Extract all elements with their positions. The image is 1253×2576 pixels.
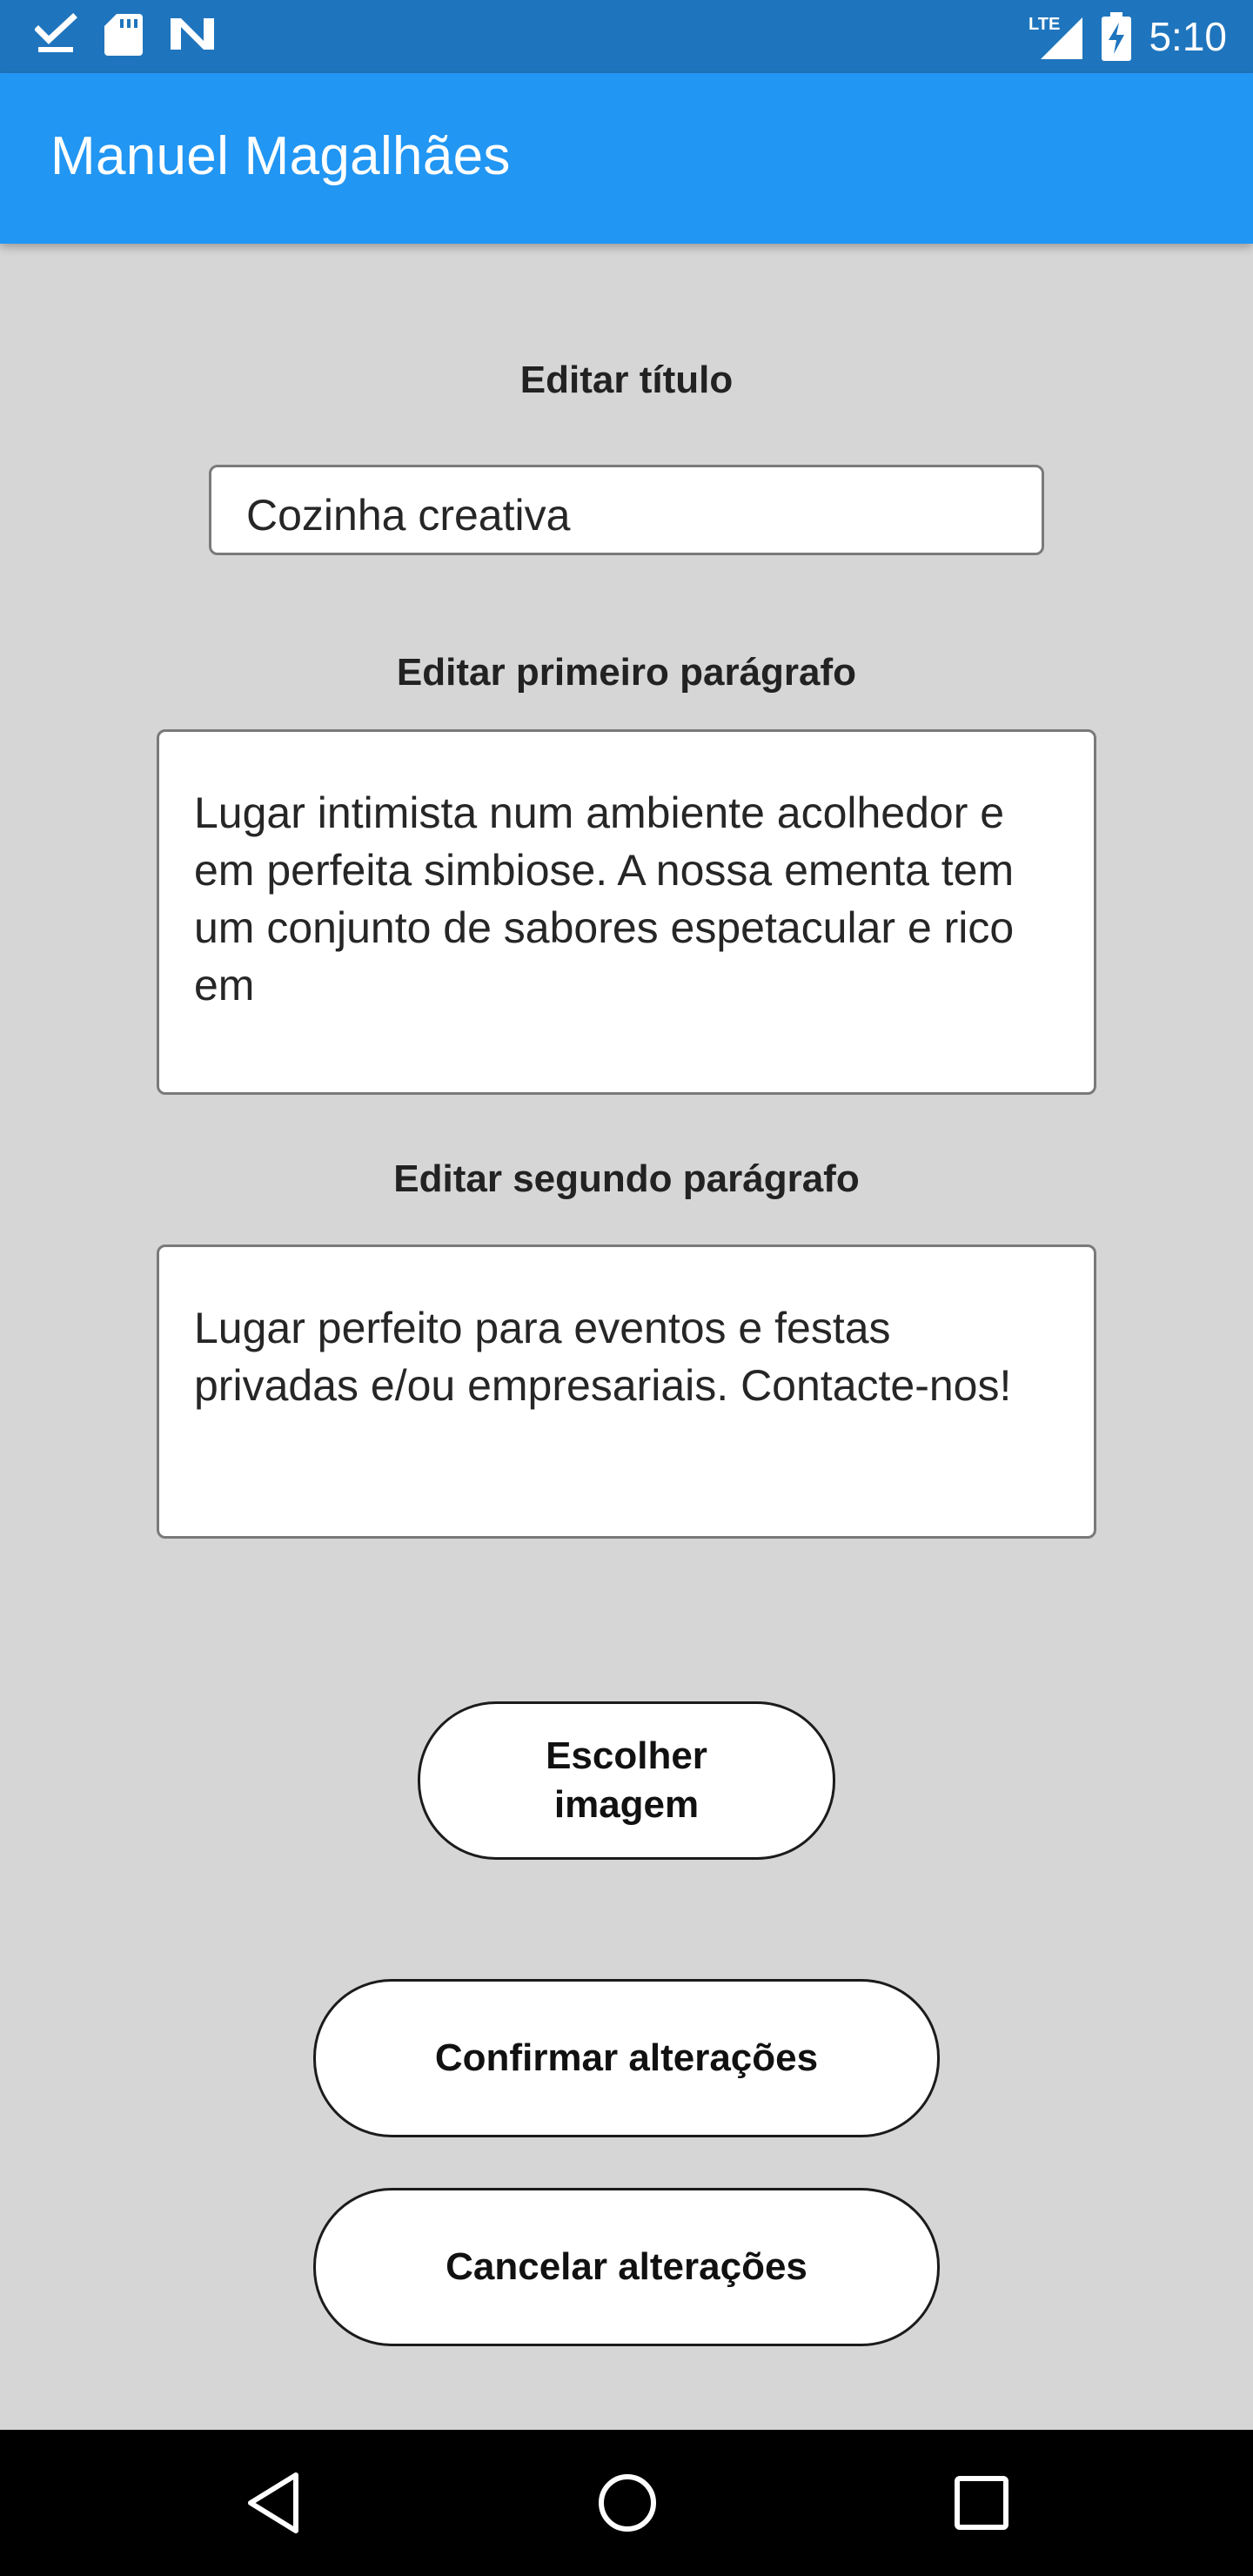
choose-image-button[interactable]: Escolher imagem bbox=[418, 1701, 835, 1860]
screen: LTE 5:10 Manuel Magalhães Editar título … bbox=[0, 0, 1253, 2576]
first-paragraph-label: Editar primeiro parágrafo bbox=[396, 651, 857, 694]
confirm-changes-button[interactable]: Confirmar alterações bbox=[313, 1979, 940, 2137]
signal-icon: LTE bbox=[1029, 10, 1084, 63]
title-label: Editar título bbox=[519, 359, 734, 401]
sd-card-icon bbox=[104, 12, 143, 56]
status-bar-right: LTE 5:10 bbox=[1029, 9, 1227, 64]
svg-text:LTE: LTE bbox=[1029, 15, 1060, 34]
home-icon[interactable] bbox=[596, 2468, 659, 2542]
app-bar: Manuel Magalhães bbox=[0, 73, 1253, 244]
status-bar: LTE 5:10 bbox=[0, 0, 1253, 73]
back-icon[interactable] bbox=[244, 2468, 305, 2542]
cancel-changes-button[interactable]: Cancelar alterações bbox=[313, 2188, 940, 2346]
clock: 5:10 bbox=[1149, 14, 1227, 59]
first-paragraph-value: Lugar intimista num ambiente acolhedor e… bbox=[194, 788, 1015, 1010]
navigation-bar bbox=[0, 2430, 1253, 2576]
title-input-value: Cozinha creativa bbox=[246, 491, 571, 540]
recents-icon[interactable] bbox=[950, 2468, 1013, 2542]
second-paragraph-label: Editar segundo parágrafo bbox=[393, 1157, 860, 1200]
title-input[interactable]: Cozinha creativa bbox=[209, 465, 1044, 555]
second-paragraph-value: Lugar perfeito para eventos e festas pri… bbox=[194, 1304, 1012, 1410]
second-paragraph-textarea[interactable]: Lugar perfeito para eventos e festas pri… bbox=[157, 1244, 1096, 1539]
first-paragraph-textarea[interactable]: Lugar intimista num ambiente acolhedor e… bbox=[157, 729, 1096, 1095]
battery-charging-icon bbox=[1102, 12, 1132, 61]
checkbox-icon bbox=[35, 12, 78, 56]
status-bar-left bbox=[35, 12, 216, 56]
n-logo-icon bbox=[169, 15, 216, 53]
app-bar-title: Manuel Magalhães bbox=[50, 126, 511, 186]
first-paragraph-scroll: Lugar intimista num ambiente acolhedor e… bbox=[194, 784, 1059, 1036]
